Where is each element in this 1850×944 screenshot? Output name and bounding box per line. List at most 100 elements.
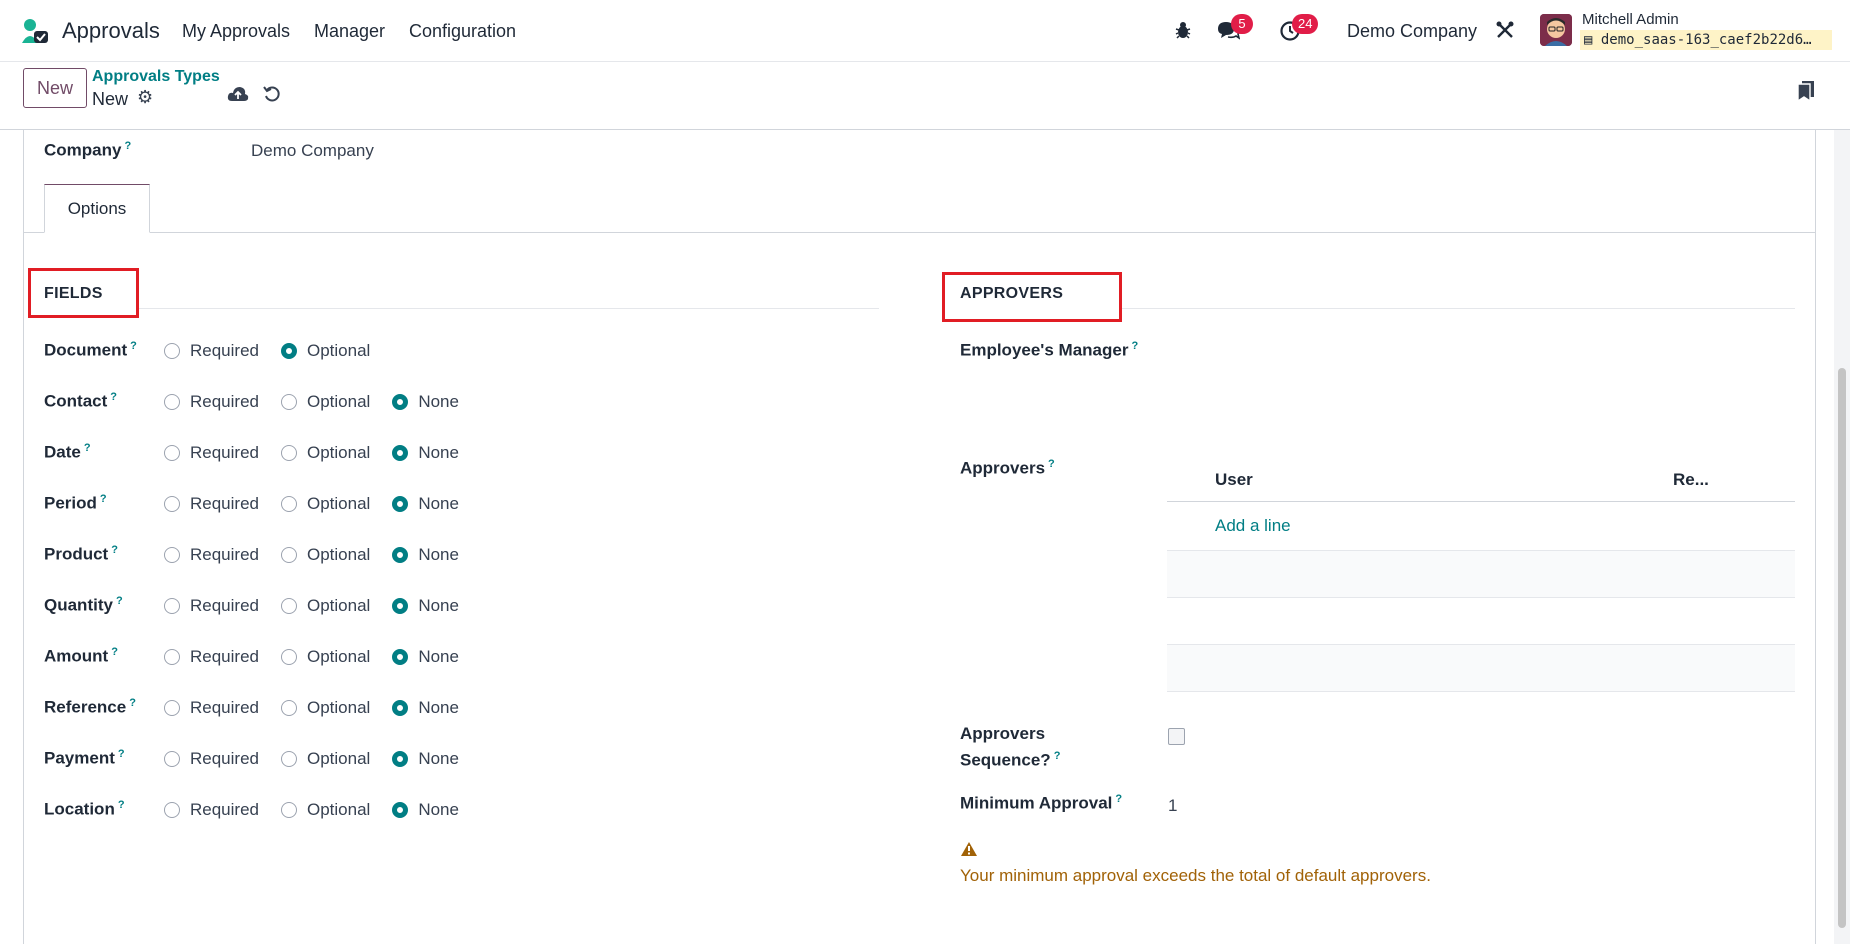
bookmark-icon[interactable] bbox=[1796, 80, 1816, 102]
radio-label[interactable]: Required bbox=[190, 749, 259, 769]
radio-label[interactable]: None bbox=[418, 494, 459, 514]
radio-group-product: Required Optional None bbox=[164, 545, 481, 565]
radio-payment-optional[interactable] bbox=[281, 751, 297, 767]
table-row bbox=[1167, 551, 1795, 597]
radio-label[interactable]: Required bbox=[190, 698, 259, 718]
radio-location-none[interactable] bbox=[392, 802, 409, 818]
approvers-section-divider bbox=[1122, 308, 1795, 309]
radio-label[interactable]: None bbox=[418, 749, 459, 769]
user-avatar-icon bbox=[1540, 14, 1572, 46]
scrollbar-thumb[interactable] bbox=[1838, 368, 1846, 928]
discard-undo-icon[interactable] bbox=[263, 85, 281, 103]
radio-group-quantity: Required Optional None bbox=[164, 596, 481, 616]
radio-label[interactable]: None bbox=[418, 545, 459, 565]
field-label-period: Period? bbox=[44, 493, 107, 513]
app-name[interactable]: Approvals bbox=[62, 18, 160, 44]
radio-product-required[interactable] bbox=[164, 547, 180, 563]
radio-label[interactable]: Optional bbox=[307, 800, 370, 820]
tools-icon[interactable] bbox=[1495, 20, 1515, 40]
column-required[interactable]: Re... bbox=[1673, 470, 1709, 490]
database-icon: ▤ bbox=[1584, 32, 1593, 48]
radio-contact-none[interactable] bbox=[392, 394, 409, 410]
radio-date-optional[interactable] bbox=[281, 445, 297, 461]
radio-label[interactable]: Required bbox=[190, 494, 259, 514]
radio-document-optional[interactable] bbox=[281, 343, 297, 359]
approvals-app-icon[interactable] bbox=[20, 17, 50, 45]
column-user[interactable]: User bbox=[1215, 470, 1253, 490]
help-icon: ? bbox=[1053, 750, 1061, 762]
breadcrumb-approvals-types[interactable]: Approvals Types bbox=[92, 68, 220, 86]
radio-label[interactable]: None bbox=[418, 647, 459, 667]
field-label-reference: Reference? bbox=[44, 697, 136, 717]
avatar[interactable] bbox=[1540, 14, 1572, 46]
radio-label[interactable]: None bbox=[418, 596, 459, 616]
help-icon: ? bbox=[1048, 458, 1055, 470]
radio-label[interactable]: Optional bbox=[307, 392, 370, 412]
radio-amount-none[interactable] bbox=[392, 649, 409, 665]
radio-location-optional[interactable] bbox=[281, 802, 297, 818]
radio-quantity-none[interactable] bbox=[392, 598, 409, 614]
radio-label[interactable]: Required bbox=[190, 392, 259, 412]
radio-quantity-optional[interactable] bbox=[281, 598, 297, 614]
help-icon: ? bbox=[111, 544, 118, 556]
gear-icon[interactable]: ⚙ bbox=[137, 87, 153, 108]
radio-label[interactable]: Optional bbox=[307, 494, 370, 514]
company-switcher[interactable]: Demo Company bbox=[1347, 21, 1477, 42]
radio-label[interactable]: Required bbox=[190, 596, 259, 616]
radio-label[interactable]: Required bbox=[190, 545, 259, 565]
menu-configuration[interactable]: Configuration bbox=[409, 21, 516, 42]
field-label-location: Location? bbox=[44, 799, 125, 819]
radio-label[interactable]: Optional bbox=[307, 443, 370, 463]
radio-contact-optional[interactable] bbox=[281, 394, 297, 410]
radio-product-none[interactable] bbox=[392, 547, 409, 563]
radio-label[interactable]: None bbox=[418, 392, 459, 412]
radio-payment-none[interactable] bbox=[392, 751, 409, 767]
radio-reference-optional[interactable] bbox=[281, 700, 297, 716]
form-sheet bbox=[23, 130, 1816, 944]
radio-reference-none[interactable] bbox=[392, 700, 409, 716]
new-button[interactable]: New bbox=[23, 68, 87, 108]
radio-location-required[interactable] bbox=[164, 802, 180, 818]
radio-label[interactable]: Required bbox=[190, 443, 259, 463]
menu-my-approvals[interactable]: My Approvals bbox=[182, 21, 290, 42]
radio-label[interactable]: Required bbox=[190, 647, 259, 667]
radio-product-optional[interactable] bbox=[281, 547, 297, 563]
radio-label[interactable]: Optional bbox=[307, 341, 370, 361]
radio-amount-required[interactable] bbox=[164, 649, 180, 665]
company-label: Company? bbox=[44, 140, 132, 160]
radio-label[interactable]: None bbox=[418, 443, 459, 463]
approvers-sequence-label-line2: Sequence?? bbox=[960, 750, 1061, 770]
radio-contact-required[interactable] bbox=[164, 394, 180, 410]
radio-period-none[interactable] bbox=[392, 496, 409, 512]
field-label-contact: Contact? bbox=[44, 391, 118, 411]
radio-label[interactable]: Optional bbox=[307, 749, 370, 769]
radio-label[interactable]: Optional bbox=[307, 647, 370, 667]
radio-date-required[interactable] bbox=[164, 445, 180, 461]
radio-label[interactable]: None bbox=[418, 698, 459, 718]
company-value[interactable]: Demo Company bbox=[251, 141, 374, 161]
radio-quantity-required[interactable] bbox=[164, 598, 180, 614]
radio-label[interactable]: Optional bbox=[307, 545, 370, 565]
radio-period-optional[interactable] bbox=[281, 496, 297, 512]
radio-amount-optional[interactable] bbox=[281, 649, 297, 665]
radio-date-none[interactable] bbox=[392, 445, 409, 461]
tab-options[interactable]: Options bbox=[44, 184, 150, 233]
radio-label[interactable]: Required bbox=[190, 341, 259, 361]
radio-label[interactable]: None bbox=[418, 800, 459, 820]
radio-period-required[interactable] bbox=[164, 496, 180, 512]
approvers-sequence-checkbox[interactable] bbox=[1168, 728, 1185, 745]
radio-label[interactable]: Optional bbox=[307, 698, 370, 718]
table-row bbox=[1167, 645, 1795, 691]
minimum-approval-input[interactable]: 1 bbox=[1168, 796, 1177, 816]
radio-label[interactable]: Required bbox=[190, 800, 259, 820]
bug-icon[interactable] bbox=[1173, 20, 1193, 40]
radio-document-required[interactable] bbox=[164, 343, 180, 359]
save-cloud-icon[interactable] bbox=[227, 85, 249, 103]
menu-manager[interactable]: Manager bbox=[314, 21, 385, 42]
user-name[interactable]: Mitchell Admin bbox=[1582, 11, 1679, 28]
radio-label[interactable]: Optional bbox=[307, 596, 370, 616]
radio-payment-required[interactable] bbox=[164, 751, 180, 767]
radio-reference-required[interactable] bbox=[164, 700, 180, 716]
field-label-date: Date? bbox=[44, 442, 91, 462]
add-a-line-link[interactable]: Add a line bbox=[1215, 516, 1291, 536]
